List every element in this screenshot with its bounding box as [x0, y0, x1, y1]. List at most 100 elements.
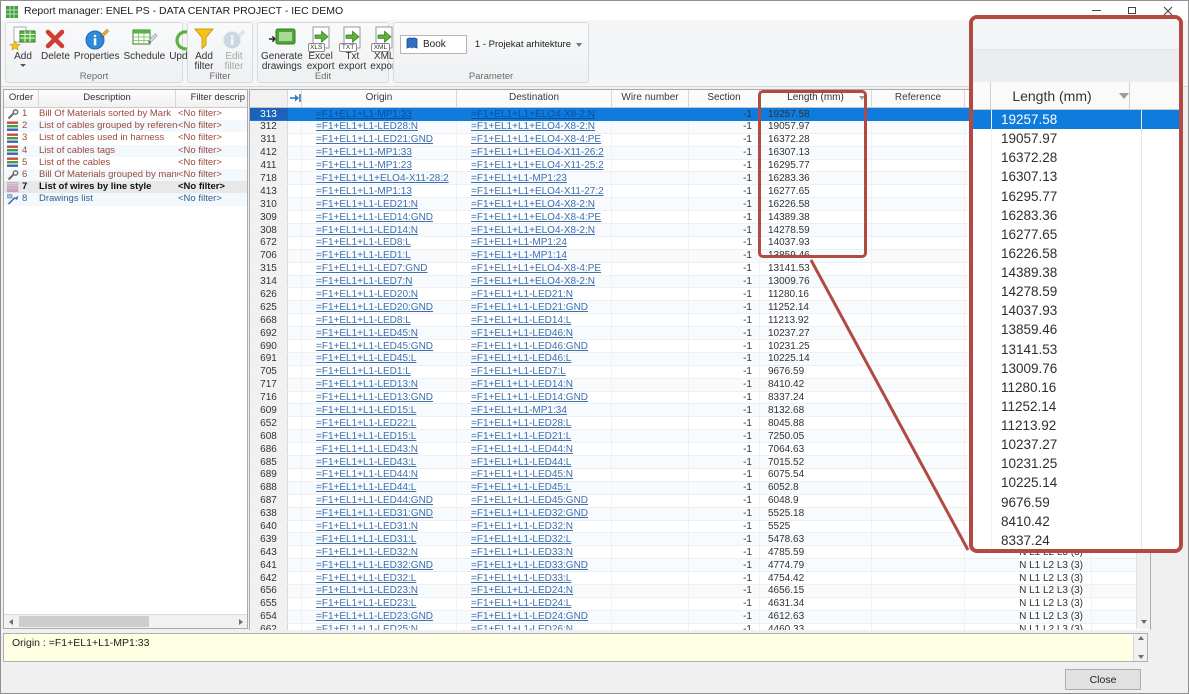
wire-table-row[interactable]: 642=F1+EL1+L1-LED32:L=F1+EL1+L1-LED33:L-… — [250, 572, 1150, 585]
origin-link[interactable]: =F1+EL1+L1-LED1:L — [302, 366, 457, 378]
destination-link[interactable]: =F1+EL1+L1+ELO4-X8-4:PE — [457, 211, 612, 223]
destination-link[interactable]: =F1+EL1+L1-LED24:N — [457, 585, 612, 597]
destination-link[interactable]: =F1+EL1+L1+ELO4-X8-2:N — [457, 121, 612, 133]
origin-link[interactable]: =F1+EL1+L1-LED13:N — [302, 379, 457, 391]
destination-link[interactable]: =F1+EL1+L1-LED32:L — [457, 533, 612, 545]
report-list-item[interactable]: 3List of cables used in harness<No filte… — [4, 132, 247, 144]
wire-number-column-header[interactable]: Wire number — [612, 90, 689, 107]
origin-link[interactable]: =F1+EL1+L1-MP1:23 — [302, 160, 457, 172]
destination-column-header[interactable]: Destination — [457, 90, 612, 107]
scroll-left-button[interactable] — [4, 615, 17, 628]
destination-link[interactable]: =F1+EL1+L1-LED33:N — [457, 546, 612, 558]
generate-drawings-button[interactable]: Generate drawings — [259, 24, 305, 73]
origin-link[interactable]: =F1+EL1+L1-LED31:GND — [302, 508, 457, 520]
destination-link[interactable]: =F1+EL1+L1-LED21:L — [457, 430, 612, 442]
destination-link[interactable]: =F1+EL1+L1+ELO4-X8-2:N — [457, 276, 612, 288]
destination-link[interactable]: =F1+EL1+L1-MP1:23 — [457, 172, 612, 184]
origin-link[interactable]: =F1+EL1+L1-LED31:L — [302, 533, 457, 545]
destination-link[interactable]: =F1+EL1+L1-LED46:GND — [457, 340, 612, 352]
report-list-item[interactable]: 4List of cables tags<No filter> — [4, 145, 247, 157]
destination-link[interactable]: =F1+EL1+L1-LED44:L — [457, 456, 612, 468]
length-filter-icon[interactable] — [859, 96, 865, 100]
status-scrollbar[interactable] — [1133, 634, 1147, 661]
reference-column-header[interactable]: Reference — [872, 90, 965, 107]
origin-link[interactable]: =F1+EL1+L1-LED23:L — [302, 598, 457, 610]
origin-link[interactable]: =F1+EL1+L1-LED28:N — [302, 121, 457, 133]
destination-link[interactable]: =F1+EL1+L1+ELO4-X8-4:PE — [457, 134, 612, 146]
origin-link[interactable]: =F1+EL1+L1+ELO4-X11-28:2 — [302, 172, 457, 184]
destination-link[interactable]: =F1+EL1+L1-LED44:N — [457, 443, 612, 455]
origin-link[interactable]: =F1+EL1+L1-MP1:33 — [302, 108, 457, 120]
report-list-item[interactable]: 5List of the cables<No filter> — [4, 157, 247, 169]
origin-link[interactable]: =F1+EL1+L1-LED31:N — [302, 521, 457, 533]
destination-link[interactable]: =F1+EL1+L1+ELO4-X8-2:N — [457, 198, 612, 210]
destination-link[interactable]: =F1+EL1+L1-MP1:34 — [457, 404, 612, 416]
destination-link[interactable]: =F1+EL1+L1-LED32:GND — [457, 508, 612, 520]
report-list-item[interactable]: 1Bill Of Materials sorted by Mark<No fil… — [4, 108, 247, 120]
length-column-header[interactable]: Length (mm) — [760, 90, 872, 107]
scroll-right-button[interactable] — [234, 615, 247, 628]
destination-link[interactable]: =F1+EL1+L1+ELO4-X11-25:2 — [457, 160, 612, 172]
origin-link[interactable]: =F1+EL1+L1-LED32:N — [302, 546, 457, 558]
origin-link[interactable]: =F1+EL1+L1-LED25:N — [302, 624, 457, 630]
origin-link[interactable]: =F1+EL1+L1-LED45:N — [302, 327, 457, 339]
origin-link[interactable]: =F1+EL1+L1-LED7:GND — [302, 263, 457, 275]
origin-link[interactable]: =F1+EL1+L1-LED1:L — [302, 250, 457, 262]
description-column-header[interactable]: Description — [39, 90, 176, 107]
report-list-item[interactable]: 2List of cables grouped by reference<No … — [4, 120, 247, 132]
destination-link[interactable]: =F1+EL1+L1-LED14:L — [457, 314, 612, 326]
destination-link[interactable]: =F1+EL1+L1-LED21:GND — [457, 301, 612, 313]
order-column-header[interactable]: Order — [4, 90, 39, 107]
origin-link[interactable]: =F1+EL1+L1-LED45:GND — [302, 340, 457, 352]
wire-table-row[interactable]: 654=F1+EL1+L1-LED23:GND=F1+EL1+L1-LED24:… — [250, 611, 1150, 624]
destination-link[interactable]: =F1+EL1+L1-LED26:N — [457, 624, 612, 630]
destination-link[interactable]: =F1+EL1+L1-LED45:GND — [457, 495, 612, 507]
destination-link[interactable]: =F1+EL1+L1+ELO4-X8-4:PE — [457, 263, 612, 275]
destination-link[interactable]: =F1+EL1+L1-LED33:GND — [457, 559, 612, 571]
origin-link[interactable]: =F1+EL1+L1-LED44:GND — [302, 495, 457, 507]
book-field[interactable]: Book — [400, 35, 467, 54]
origin-link[interactable]: =F1+EL1+L1-LED20:GND — [302, 301, 457, 313]
destination-link[interactable]: =F1+EL1+L1-LED28:L — [457, 417, 612, 429]
destination-link[interactable]: =F1+EL1+L1-LED32:N — [457, 521, 612, 533]
report-list-hscrollbar[interactable] — [4, 614, 247, 628]
destination-link[interactable]: =F1+EL1+L1+ELO4-X11-27:2 — [457, 185, 612, 197]
properties-button[interactable]: Properties — [72, 24, 122, 63]
origin-column-header[interactable]: Origin — [302, 90, 457, 107]
origin-link[interactable]: =F1+EL1+L1-LED44:L — [302, 482, 457, 494]
destination-link[interactable]: =F1+EL1+L1-LED46:N — [457, 327, 612, 339]
destination-link[interactable]: =F1+EL1+L1-LED14:GND — [457, 392, 612, 404]
scroll-down-button[interactable] — [1137, 615, 1150, 628]
wire-table-row[interactable]: 662=F1+EL1+L1-LED25:N=F1+EL1+L1-LED26:N-… — [250, 624, 1150, 630]
destination-link[interactable]: =F1+EL1+L1-LED24:L — [457, 598, 612, 610]
close-button[interactable]: Close — [1065, 669, 1141, 690]
add-button[interactable]: Add — [7, 24, 39, 68]
origin-link[interactable]: =F1+EL1+L1-LED14:GND — [302, 211, 457, 223]
origin-link[interactable]: =F1+EL1+L1-LED45:L — [302, 353, 457, 365]
report-list-item[interactable]: 6Bill Of Materials grouped by manuf...<N… — [4, 169, 247, 181]
wire-table-row[interactable]: 656=F1+EL1+L1-LED23:N=F1+EL1+L1-LED24:N-… — [250, 585, 1150, 598]
report-list-item[interactable]: 8Drawings list<No filter> — [4, 193, 247, 205]
wire-table-row[interactable]: 655=F1+EL1+L1-LED23:L=F1+EL1+L1-LED24:L-… — [250, 598, 1150, 611]
destination-link[interactable]: =F1+EL1+L1-LED45:N — [457, 469, 612, 481]
origin-link[interactable]: =F1+EL1+L1-LED14:N — [302, 224, 457, 236]
delete-button[interactable]: Delete — [39, 24, 72, 63]
origin-link[interactable]: =F1+EL1+L1-LED21:N — [302, 198, 457, 210]
add-filter-button[interactable]: Add filter — [189, 24, 219, 73]
report-list-item[interactable]: 7List of wires by line style<No filter> — [4, 181, 247, 193]
origin-link[interactable]: =F1+EL1+L1-LED23:N — [302, 585, 457, 597]
destination-link[interactable]: =F1+EL1+L1-MP1:14 — [457, 250, 612, 262]
origin-link[interactable]: =F1+EL1+L1-LED8:L — [302, 314, 457, 326]
filter-column-header[interactable]: Filter descrip — [176, 90, 247, 107]
row-number-column-header[interactable] — [250, 90, 288, 107]
destination-link[interactable]: =F1+EL1+L1-LED14:N — [457, 379, 612, 391]
origin-link[interactable]: =F1+EL1+L1-LED23:GND — [302, 611, 457, 623]
hscroll-thumb[interactable] — [19, 616, 149, 627]
destination-link[interactable]: =F1+EL1+L1+ELO4-X11-26:2 — [457, 147, 612, 159]
destination-link[interactable]: =F1+EL1+L1+ELO4-X8-2:N — [457, 224, 612, 236]
origin-link[interactable]: =F1+EL1+L1-MP1:33 — [302, 147, 457, 159]
wire-table-row[interactable]: 641=F1+EL1+L1-LED32:GND=F1+EL1+L1-LED33:… — [250, 559, 1150, 572]
destination-link[interactable]: =F1+EL1+L1+ELO4-X8-2:N — [457, 108, 612, 120]
destination-link[interactable]: =F1+EL1+L1-LED45:L — [457, 482, 612, 494]
section-column-header[interactable]: Section — [689, 90, 760, 107]
